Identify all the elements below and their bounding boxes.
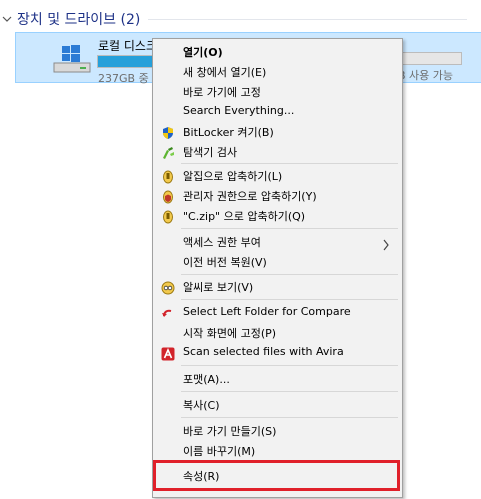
- menu-item-label: 새 창에서 열기(E): [183, 66, 267, 79]
- context-menu: 열기(O) 새 창에서 열기(E) 바로 가기에 고정 Search Every…: [152, 38, 403, 498]
- menu-item-label: 바로 가기 만들기(S): [183, 425, 277, 438]
- avira-icon: [161, 346, 175, 361]
- menu-item-label: 탐색기 검사: [183, 146, 238, 159]
- menu-item-explorer-scan[interactable]: 탐색기 검사: [153, 142, 402, 162]
- menu-separator: [181, 228, 398, 229]
- menu-item-label: 이름 바꾸기(M): [183, 445, 256, 458]
- menu-item-label: 바로 가기에 고정: [183, 86, 261, 99]
- menu-item-alzip-admin[interactable]: 관리자 권한으로 압축하기(Y): [153, 186, 402, 206]
- menu-item-avira-scan[interactable]: Scan selected files with Avira: [153, 343, 402, 363]
- alzip-icon: [161, 209, 175, 224]
- menu-item-label: 복사(C): [183, 399, 220, 412]
- alsee-icon: [161, 280, 175, 295]
- scan-brush-icon: [161, 145, 175, 159]
- menu-item-label: BitLocker 켜기(B): [183, 126, 274, 139]
- compare-arrow-icon: [161, 306, 175, 320]
- menu-item-label: 알씨로 보기(V): [183, 281, 254, 294]
- menu-item-label: 알집으로 압축하기(L): [183, 170, 283, 183]
- alzip-icon: [161, 169, 175, 184]
- menu-separator: [181, 299, 398, 300]
- alzip-admin-icon: [161, 189, 175, 204]
- menu-item-search-everything[interactable]: Search Everything...: [153, 102, 402, 122]
- menu-item-pin-quick-access[interactable]: 바로 가기에 고정: [153, 82, 402, 102]
- menu-item-label: "C.zip" 으로 압축하기(Q): [183, 210, 306, 223]
- section-divider: [148, 18, 467, 20]
- drive-b-free-text: B 사용 가능: [398, 69, 454, 82]
- menu-item-rename[interactable]: 이름 바꾸기(M): [153, 441, 402, 461]
- menu-item-format[interactable]: 포맷(A)...: [153, 369, 402, 389]
- menu-item-alzip-compress[interactable]: 알집으로 압축하기(L): [153, 166, 402, 186]
- devices-drives-header[interactable]: 장치 및 드라이브 (2): [0, 8, 481, 30]
- drive-size-text: 237GB 중 5: [98, 72, 160, 85]
- menu-item-label: 관리자 권한으로 압축하기(Y): [183, 190, 317, 203]
- menu-separator: [181, 163, 398, 164]
- chevron-down-icon[interactable]: [1, 12, 13, 26]
- menu-item-pin-start[interactable]: 시작 화면에 고정(P): [153, 323, 402, 343]
- menu-item-create-shortcut[interactable]: 바로 가기 만들기(S): [153, 421, 402, 441]
- menu-item-open-new-window[interactable]: 새 창에서 열기(E): [153, 62, 402, 82]
- hard-drive-icon: [52, 43, 92, 75]
- properties-highlight-box: [153, 460, 400, 491]
- menu-separator: [181, 365, 398, 366]
- section-title: 장치 및 드라이브 (2): [17, 12, 141, 28]
- menu-item-label: 포맷(A)...: [183, 373, 230, 386]
- menu-item-bitlocker[interactable]: BitLocker 켜기(B): [153, 122, 402, 142]
- menu-separator: [181, 417, 398, 418]
- menu-item-label: 열기(O): [183, 46, 223, 59]
- menu-item-copy[interactable]: 복사(C): [153, 395, 402, 415]
- menu-item-label: 액세스 권한 부여: [183, 236, 261, 249]
- menu-item-label: Search Everything...: [183, 104, 295, 117]
- menu-separator: [181, 391, 398, 392]
- menu-item-compress-c-zip[interactable]: "C.zip" 으로 압축하기(Q): [153, 206, 402, 226]
- drive-usage-bar: [97, 55, 153, 68]
- menu-separator: [181, 274, 398, 275]
- menu-item-grant-access[interactable]: 액세스 권한 부여: [153, 232, 402, 252]
- menu-item-restore-previous[interactable]: 이전 버전 복원(V): [153, 252, 402, 272]
- menu-item-label: Scan selected files with Avira: [183, 345, 344, 358]
- uac-shield-icon: [161, 125, 175, 139]
- menu-item-label: 시작 화면에 고정(P): [183, 327, 277, 340]
- menu-item-label: Select Left Folder for Compare: [183, 305, 351, 318]
- menu-item-select-left-folder[interactable]: Select Left Folder for Compare: [153, 303, 402, 323]
- drive-name: 로컬 디스크: [98, 39, 158, 53]
- drive-b-usage-bar: [397, 52, 462, 65]
- menu-item-open[interactable]: 열기(O): [153, 42, 402, 62]
- menu-item-alsee-view[interactable]: 알씨로 보기(V): [153, 277, 402, 297]
- menu-item-label: 이전 버전 복원(V): [183, 256, 267, 269]
- chevron-right-icon: [382, 236, 390, 251]
